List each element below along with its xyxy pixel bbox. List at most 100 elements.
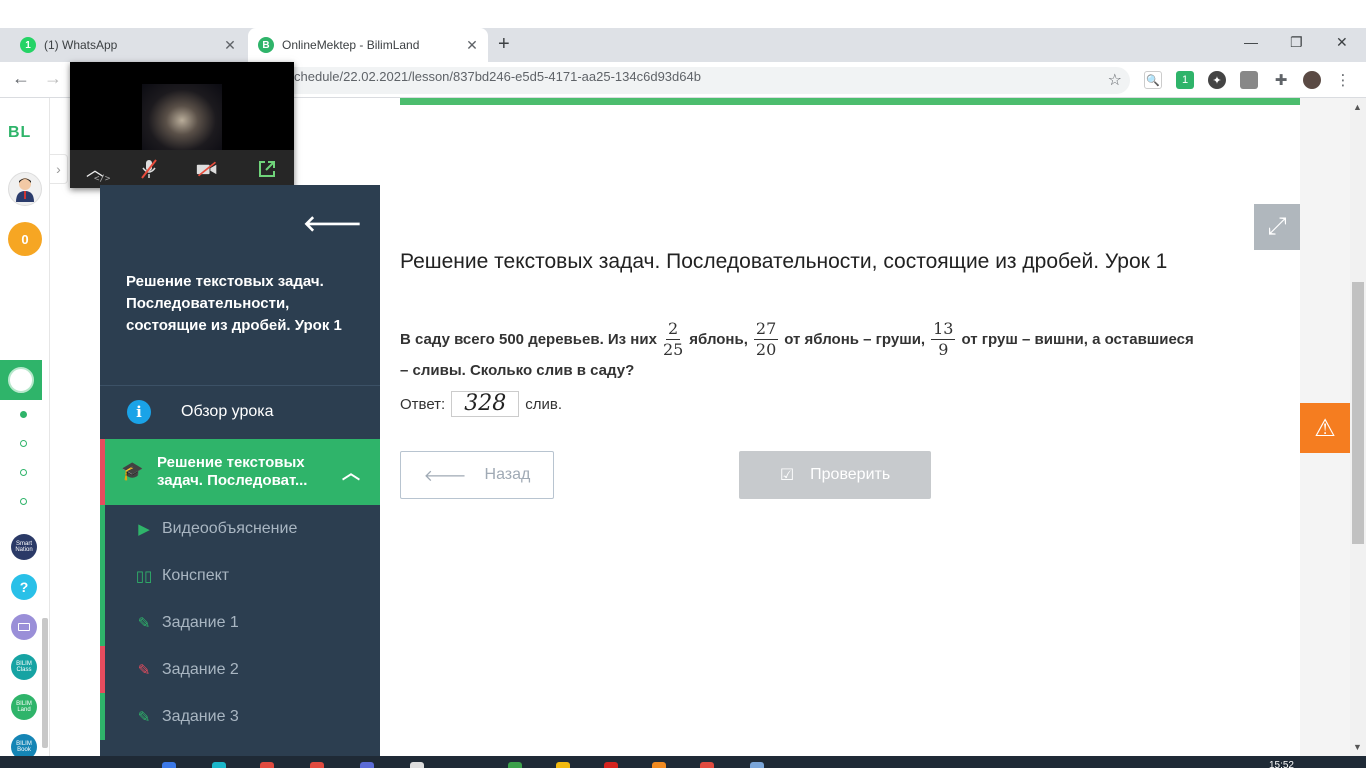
tab-title: (1) WhatsApp	[44, 38, 118, 52]
task-line: В саду всего 500 деревьев. Из них 2 25 я…	[400, 314, 1194, 364]
sidebar-item-task-1[interactable]: ✎ Задание 1	[100, 599, 380, 646]
bilimland-logo[interactable]: BL	[8, 124, 31, 142]
taskbar-app-icon[interactable]	[556, 762, 570, 768]
camera-off-icon[interactable]	[196, 158, 218, 180]
bilim-land-icon[interactable]: BILIM Land	[11, 694, 37, 720]
task-part: от яблонь – груши,	[784, 330, 926, 348]
back-button[interactable]: 🡐 Назад	[400, 451, 554, 499]
fraction: 27 20	[753, 319, 779, 360]
bilim-class-icon[interactable]: BILIM Class	[11, 654, 37, 680]
square-extension-icon[interactable]	[1240, 71, 1258, 89]
puzzle-icon[interactable]: ✚	[1272, 71, 1290, 89]
taskbar-app-icon[interactable]	[360, 762, 374, 768]
minimize-button[interactable]: —	[1244, 34, 1258, 50]
scroll-down-icon[interactable]: ▼	[1353, 742, 1362, 752]
rail-scrollbar[interactable]	[42, 618, 48, 748]
top-strip	[0, 0, 1366, 28]
close-icon[interactable]: ✕	[220, 37, 240, 54]
profile-avatar[interactable]	[1303, 71, 1321, 89]
camera-feed	[142, 84, 222, 150]
arrow-left-icon[interactable]: 🡐	[303, 211, 362, 237]
popout-icon[interactable]	[256, 158, 278, 180]
taskbar-chrome-icon[interactable]	[700, 762, 714, 768]
taskbar-app-icon[interactable]	[604, 762, 618, 768]
sidebar-item-konspekt[interactable]: ▯▯ Конспект	[100, 552, 380, 599]
fraction-numerator: 2	[666, 318, 681, 340]
taskbar-app-icon[interactable]	[410, 762, 424, 768]
fraction: 13 9	[931, 319, 956, 360]
rail-expand-chevron-icon[interactable]: ›	[50, 154, 68, 184]
badge-extension-icon[interactable]: ✦	[1208, 71, 1226, 89]
rail-dot[interactable]	[20, 440, 27, 447]
task-part: от груш – вишни, а оставшиеся	[961, 330, 1194, 348]
keyboard-app-icon[interactable]	[11, 614, 37, 640]
search-extension-icon[interactable]: 🔍	[1144, 71, 1162, 89]
url-text[interactable]: chedule/22.02.2021/lesson/837bd246-e5d5-…	[294, 69, 701, 84]
sidebar-item-overview[interactable]: i Обзор урока	[100, 386, 380, 438]
back-button-label: Назад	[484, 466, 531, 483]
answer-input[interactable]: 328	[451, 391, 520, 417]
sidebar-section-current[interactable]: 🎓 Решение текстовых задач. Последоват...…	[100, 439, 380, 505]
lesson-progress-bar	[400, 98, 1300, 105]
video-call-overlay[interactable]: ︿ </>	[70, 62, 294, 188]
check-button[interactable]: ☑ Проверить	[739, 451, 931, 499]
lesson-title: Решение текстовых задач. Последовательно…	[400, 250, 1168, 273]
rail-online-mektep[interactable]	[0, 360, 42, 400]
task-line: – сливы. Сколько слив в саду?	[400, 362, 635, 379]
menu-dots-icon[interactable]: ⋮	[1334, 71, 1352, 89]
sidebar-item-task-2[interactable]: ✎ Задание 2	[100, 646, 380, 693]
online-mektep-icon	[8, 367, 34, 393]
rail-dot[interactable]	[20, 498, 27, 505]
user-avatar[interactable]	[8, 172, 42, 206]
fraction-denominator: 9	[938, 339, 949, 359]
scroll-up-icon[interactable]: ▲	[1353, 102, 1362, 112]
rail-dot-active[interactable]	[20, 411, 27, 418]
screen: 1 (1) WhatsApp ✕ B OnlineMektep - BilimL…	[0, 0, 1366, 768]
tab-whatsapp[interactable]: 1 (1) WhatsApp ✕	[10, 28, 246, 62]
taskbar-app-icon[interactable]	[212, 762, 226, 768]
expand-icon[interactable]: ⤢	[1254, 204, 1300, 250]
taskbar-app-icon[interactable]	[260, 762, 274, 768]
user-avatar-icon	[16, 178, 34, 202]
smart-nation-icon[interactable]: Smart Nation	[11, 534, 37, 560]
sidebar-item-label: Видеообъяснение	[162, 519, 298, 537]
browser-tab-bar: 1 (1) WhatsApp ✕ B OnlineMektep - BilimL…	[0, 28, 1366, 62]
close-icon[interactable]: ✕	[462, 37, 482, 54]
taskbar-app-icon[interactable]	[508, 762, 522, 768]
taskbar-clock: 15:52	[1268, 760, 1294, 768]
sidebar-item-video[interactable]: ▶ Видеообъяснение	[100, 505, 380, 552]
sidebar-item-task-3[interactable]: ✎ Задание 3	[100, 693, 380, 740]
coins-badge[interactable]: 0	[8, 222, 42, 256]
new-tab-button[interactable]: +	[498, 34, 510, 54]
rail-dot[interactable]	[20, 469, 27, 476]
answer-row: Ответ: 328 слив.	[400, 390, 562, 418]
back-arrow-icon[interactable]: ←	[12, 68, 30, 89]
answer-label: Ответ:	[400, 395, 446, 413]
edit-icon: ✎	[137, 708, 151, 726]
taskbar-app-icon[interactable]	[652, 762, 666, 768]
mic-muted-icon[interactable]	[138, 158, 160, 180]
warning-icon[interactable]: ⚠	[1300, 403, 1350, 453]
star-icon[interactable]: ☆	[1108, 70, 1122, 90]
edit-icon: ✎	[137, 661, 151, 679]
close-window-button[interactable]: ✕	[1336, 34, 1348, 51]
taskbar-app-icon[interactable]	[162, 762, 176, 768]
scrollbar-thumb[interactable]	[1352, 282, 1364, 544]
maximize-button[interactable]: ❐	[1290, 34, 1303, 51]
fraction-denominator: 25	[662, 339, 684, 359]
info-icon: i	[127, 400, 151, 424]
shield-extension-icon[interactable]: 1	[1176, 71, 1194, 89]
help-icon[interactable]: ?	[11, 574, 37, 600]
bilimland-icon: B	[258, 37, 274, 53]
forward-arrow-icon[interactable]: →	[44, 68, 62, 89]
check-button-label: Проверить	[810, 466, 891, 483]
chevron-up-icon[interactable]: ︿	[342, 459, 360, 485]
graduation-cap-icon: 🎓	[121, 461, 144, 481]
sidebar-item-label: Конспект	[162, 566, 230, 584]
taskbar-app-icon[interactable]	[310, 762, 324, 768]
book-icon: ▯▯	[135, 567, 153, 585]
answer-unit: слив.	[525, 395, 563, 413]
sidebar-item-label: Задание 1	[162, 613, 239, 631]
tab-onlinemektep[interactable]: B OnlineMektep - BilimLand ✕	[248, 28, 488, 62]
taskbar-app-icon[interactable]	[750, 762, 764, 768]
